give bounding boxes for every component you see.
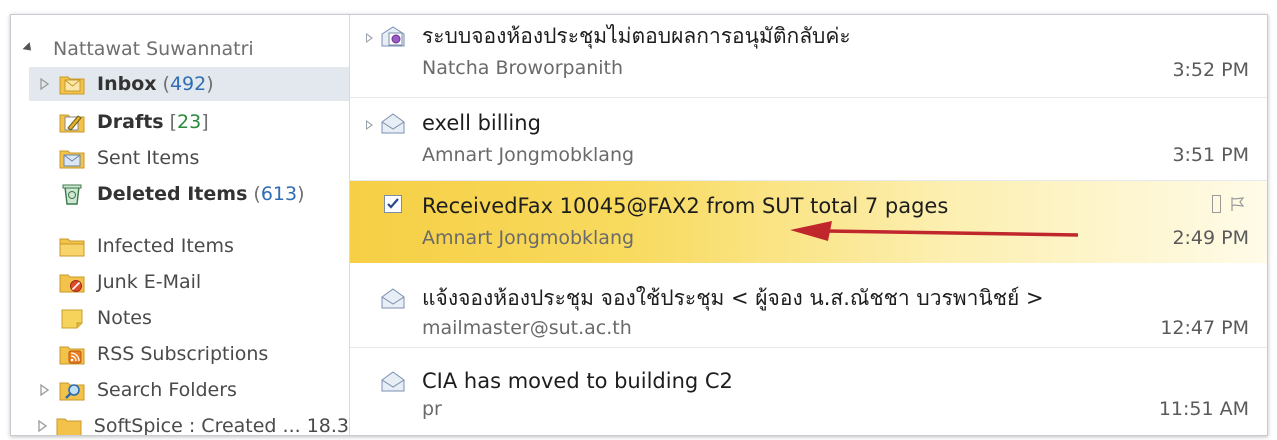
message-sender: Natcha Broworpanith bbox=[422, 57, 624, 79]
folder-label: Notes bbox=[97, 307, 152, 329]
folder-junk-email[interactable]: Junk E-Mail bbox=[29, 265, 349, 299]
message-row-selected[interactable]: ReceivedFax 10045@FAX2 from SUT total 7 … bbox=[350, 181, 1267, 263]
message-subject: CIA has moved to building C2 bbox=[422, 369, 733, 393]
item-count: 23 bbox=[177, 111, 202, 133]
inbox-folder-icon bbox=[59, 76, 85, 95]
account-node[interactable]: Nattawat Suwannatri bbox=[22, 35, 254, 63]
drafts-folder-icon bbox=[59, 114, 85, 133]
account-name: Nattawat Suwannatri bbox=[53, 38, 254, 60]
selected-checkbox[interactable] bbox=[384, 195, 402, 213]
message-subject: exell billing bbox=[422, 111, 541, 135]
folder-notes[interactable]: Notes bbox=[29, 301, 349, 335]
message-list: ระบบจองห้องประชุมไม่ตอบผลการอนุมัติกลับค… bbox=[350, 15, 1267, 435]
collapse-triangle-icon[interactable] bbox=[22, 42, 35, 55]
message-subject: ระบบจองห้องประชุมไม่ตอบผลการอนุมัติกลับค… bbox=[422, 24, 851, 48]
folder-label: Drafts bbox=[97, 111, 164, 133]
message-sender: mailmaster@sut.ac.th bbox=[422, 317, 632, 339]
folder-label: Junk E-Mail bbox=[97, 271, 202, 293]
folder-label: RSS Subscriptions bbox=[97, 343, 269, 365]
folder-label: Inbox bbox=[97, 73, 157, 95]
folder-rss-subscriptions[interactable]: RSS Subscriptions bbox=[29, 337, 349, 371]
expand-conversation-icon[interactable] bbox=[366, 120, 373, 130]
folder-label: Sent Items bbox=[97, 147, 200, 169]
unread-count: 492 bbox=[169, 73, 207, 95]
expand-conversation-icon[interactable] bbox=[366, 33, 373, 43]
folder-softspice[interactable]: SoftSpice : Created ... 18.3 bbox=[29, 409, 349, 435]
expand-arrow-icon[interactable] bbox=[35, 417, 50, 435]
meeting-request-icon bbox=[381, 26, 405, 47]
message-row[interactable]: แจ้งจองห้องประชุม จองใช้ประชุม < ผู้จอง … bbox=[350, 265, 1267, 348]
folder-infected-items[interactable]: Infected Items bbox=[29, 229, 349, 263]
message-time: 11:51 AM bbox=[1158, 398, 1249, 420]
search-folder-icon bbox=[59, 382, 85, 401]
read-envelope-icon bbox=[381, 371, 405, 392]
folder-deleted-items[interactable]: Deleted Items (613) bbox=[29, 177, 349, 211]
message-time: 3:52 PM bbox=[1172, 59, 1249, 81]
folder-pane: Nattawat Suwannatri Inbox (492) Drafts [… bbox=[11, 15, 350, 435]
message-time: 3:51 PM bbox=[1172, 144, 1249, 166]
expand-arrow-icon[interactable] bbox=[35, 381, 53, 399]
message-row[interactable]: ระบบจองห้องประชุมไม่ตอบผลการอนุมัติกลับค… bbox=[350, 15, 1267, 98]
folder-label: Infected Items bbox=[97, 235, 234, 257]
outlook-window: Nattawat Suwannatri Inbox (492) Drafts [… bbox=[10, 14, 1268, 436]
message-time: 12:47 PM bbox=[1160, 317, 1249, 339]
message-row[interactable]: CIA has moved to building C2 pr 11:51 AM bbox=[350, 348, 1267, 430]
message-sender: Amnart Jongmobklang bbox=[422, 144, 635, 166]
folder-icon bbox=[59, 238, 85, 257]
expand-arrow-icon[interactable] bbox=[35, 75, 53, 93]
notes-icon bbox=[61, 309, 83, 329]
message-sender: pr bbox=[422, 398, 442, 420]
message-sender: Amnart Jongmobklang bbox=[422, 227, 635, 249]
folder-label: SoftSpice : Created ... 18.3 bbox=[93, 415, 349, 435]
folder-icon bbox=[56, 418, 82, 435]
sent-folder-icon bbox=[59, 150, 85, 169]
unread-count: 613 bbox=[260, 183, 298, 205]
message-time: 2:49 PM bbox=[1172, 227, 1249, 249]
folder-search-folders[interactable]: Search Folders bbox=[29, 373, 349, 407]
junk-mail-icon bbox=[59, 274, 85, 293]
read-envelope-icon bbox=[381, 288, 405, 309]
message-subject: แจ้งจองห้องประชุม จองใช้ประชุม < ผู้จอง … bbox=[422, 286, 1044, 310]
rss-icon bbox=[59, 346, 85, 365]
checkmark-icon bbox=[387, 198, 399, 209]
folder-label: Deleted Items bbox=[97, 183, 248, 205]
folder-inbox[interactable]: Inbox (492) bbox=[29, 67, 349, 101]
category-icon[interactable] bbox=[1212, 195, 1221, 213]
read-envelope-icon bbox=[381, 113, 405, 134]
folder-label: Search Folders bbox=[97, 379, 237, 401]
message-row[interactable]: exell billing Amnart Jongmobklang 3:51 P… bbox=[350, 98, 1267, 181]
folder-sent-items[interactable]: Sent Items bbox=[29, 141, 349, 175]
annotation-arrow-icon bbox=[790, 221, 1079, 241]
trash-icon bbox=[62, 184, 82, 205]
folder-drafts[interactable]: Drafts [23] bbox=[29, 105, 349, 139]
flag-icon[interactable] bbox=[1229, 196, 1245, 212]
message-subject: ReceivedFax 10045@FAX2 from SUT total 7 … bbox=[422, 194, 949, 218]
